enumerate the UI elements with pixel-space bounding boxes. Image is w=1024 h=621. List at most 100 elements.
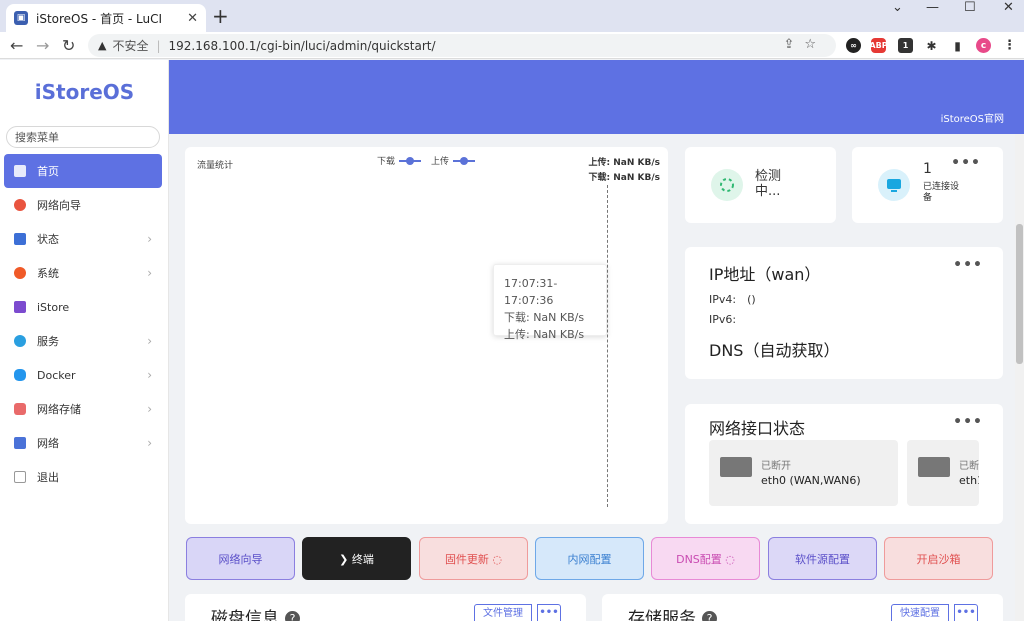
ipv4-row: IPv4: () (709, 293, 756, 306)
disk-more-icon[interactable]: ••• (537, 604, 561, 621)
lan-config-button[interactable]: 内网配置 (535, 537, 644, 580)
sidebar-item-network[interactable]: 网络 › (4, 426, 162, 460)
new-tab-button[interactable]: + (212, 4, 229, 28)
sidebar-item-services[interactable]: 服务 › (4, 324, 162, 358)
services-icon (14, 335, 26, 347)
detect-line1: 检测 (755, 169, 782, 184)
share-icon[interactable]: ⇪ (783, 37, 804, 52)
search-menu-input[interactable] (6, 126, 160, 148)
monitor-icon (878, 169, 910, 201)
sidebar-item-label: 网络向导 (37, 199, 81, 212)
software-source-button[interactable]: 软件源配置 (768, 537, 877, 580)
sidebar-item-label: 服务 (37, 335, 59, 348)
network-guide-button[interactable]: 网络向导 (186, 537, 295, 580)
side-panel-icon[interactable]: ▮ (950, 38, 965, 53)
loading-spinner-icon (711, 169, 743, 201)
extension-badge-icon[interactable]: 1 (898, 38, 913, 53)
back-button[interactable]: ← (10, 36, 23, 55)
profile-avatar[interactable]: c (976, 38, 991, 53)
maximize-button[interactable]: ☐ (964, 0, 976, 15)
chevron-right-icon: › (147, 266, 152, 280)
legend-upload[interactable]: 上传 (431, 154, 476, 167)
sidebar-item-network-guide[interactable]: 网络向导 (4, 188, 162, 222)
page-header: iStoreOS官网 (169, 60, 1024, 134)
port-state: 已断开 (761, 461, 791, 472)
help-icon[interactable]: ? (285, 611, 300, 621)
minimize-button[interactable]: — (926, 0, 939, 15)
sidebar-item-istore[interactable]: iStore (4, 290, 162, 324)
reload-button[interactable]: ↻ (62, 36, 75, 55)
legend-line-icon (399, 156, 422, 165)
devices-line2: 备 (923, 193, 933, 203)
brand-logo[interactable]: iStoreOS (0, 80, 169, 104)
istoreos-website-link[interactable]: iStoreOS官网 (941, 110, 1004, 125)
logout-icon (14, 471, 26, 483)
sidebar: iStoreOS 首页 网络向导 状态 › 系统 › iStore 服务 › (0, 60, 169, 621)
legend-upload-label: 上传 (431, 157, 450, 167)
network-interface-card: 网络接口状态 ••• 已断开 eth0 (WAN,WAN6) 已断 eth1 (685, 404, 1003, 524)
close-tab-icon[interactable]: ✕ (187, 11, 198, 26)
enable-sandbox-button[interactable]: 开启沙箱 (884, 537, 993, 580)
tooltip-download: 下载: NaN KB/s (504, 311, 585, 324)
traffic-stats-card: 流量统计 下载 上传 上传: NaN KB/s 下载: NaN KB/s 17:… (185, 147, 668, 524)
devices-card: 1 已连接设 备 ••• (852, 147, 1003, 223)
disk-title-text: 磁盘信息 (211, 609, 279, 621)
dns-config-button[interactable]: DNS配置 ◌ (651, 537, 760, 580)
help-icon[interactable]: ? (702, 611, 717, 621)
storage-service-card: 存储服务? 快速配置 ••• (602, 594, 1003, 621)
browser-menu-icon[interactable]: ⋮ (1002, 38, 1017, 53)
ip-title: IP地址（wan） (709, 265, 821, 284)
devices-count: 1 (923, 161, 932, 177)
chevron-right-icon: › (147, 334, 152, 348)
legend-line-icon (453, 156, 476, 165)
sidebar-item-system[interactable]: 系统 › (4, 256, 162, 290)
window-close-button[interactable]: ✕ (1003, 0, 1014, 15)
sidebar-item-logout[interactable]: 退出 (4, 460, 162, 494)
chevron-right-icon: › (147, 368, 152, 382)
network-more-icon[interactable]: ••• (953, 414, 983, 430)
scroll-thumb[interactable] (1016, 224, 1023, 364)
url-bar[interactable]: ▲ 不安全 | 192.168.100.1/cgi-bin/luci/admin… (88, 34, 836, 57)
port-eth1[interactable]: 已断 eth1 (907, 440, 979, 506)
terminal-button[interactable]: ❯ 终端 (302, 537, 411, 580)
browser-tab-bar: ▣ iStoreOS - 首页 - LuCI ✕ + ⌄ — ☐ ✕ (0, 0, 1024, 32)
storage-title-text: 存储服务 (628, 609, 696, 621)
extension-infinity-icon[interactable]: ∞ (846, 38, 861, 53)
forward-button[interactable]: → (36, 36, 49, 55)
network-tree-icon (14, 437, 26, 449)
sidebar-item-label: 退出 (37, 471, 59, 484)
bookmark-star-icon[interactable]: ☆ (804, 37, 826, 52)
url-text: 192.168.100.1/cgi-bin/luci/admin/quickst… (168, 38, 436, 53)
sidebar-item-label: iStore (37, 300, 70, 314)
quick-config-button[interactable]: 快速配置 (891, 604, 949, 621)
sidebar-item-label: 状态 (37, 233, 59, 246)
file-manage-button[interactable]: 文件管理 (474, 604, 532, 621)
dns-mode: DNS（自动获取） (709, 341, 840, 360)
legend-download[interactable]: 下载 (377, 154, 422, 167)
sidebar-item-network-storage[interactable]: 网络存储 › (4, 392, 162, 426)
network-title: 网络接口状态 (709, 419, 806, 438)
devices-more-icon[interactable]: ••• (951, 155, 981, 171)
status-grid-icon (14, 233, 26, 245)
firmware-update-button[interactable]: 固件更新 ◌ (419, 537, 528, 580)
extension-abp-icon[interactable]: ABP (869, 38, 888, 53)
sidebar-item-docker[interactable]: Docker › (4, 358, 162, 392)
browser-tab[interactable]: ▣ iStoreOS - 首页 - LuCI ✕ (6, 4, 206, 32)
warning-icon: ▲ (98, 39, 107, 52)
port-eth0[interactable]: 已断开 eth0 (WAN,WAN6) (709, 440, 898, 506)
ethernet-port-icon (720, 457, 752, 477)
sidebar-item-status[interactable]: 状态 › (4, 222, 162, 256)
port-name: eth0 (WAN,WAN6) (761, 474, 861, 487)
sidebar-item-label: Docker (37, 368, 76, 382)
extensions-puzzle-icon[interactable]: ✱ (924, 38, 939, 53)
sidebar-item-label: 首页 (37, 165, 59, 178)
tab-search-icon[interactable]: ⌄ (892, 0, 903, 15)
storage-more-icon[interactable]: ••• (954, 604, 978, 621)
sidebar-menu: 首页 网络向导 状态 › 系统 › iStore 服务 › Docker › 网… (4, 154, 162, 494)
detect-status-text: 检测 中... (755, 169, 781, 199)
page-scrollbar[interactable] (1015, 134, 1024, 621)
ip-more-icon[interactable]: ••• (953, 257, 983, 273)
sidebar-item-home[interactable]: 首页 (4, 154, 162, 188)
dashboard-icon (14, 165, 26, 177)
disk-title: 磁盘信息? (211, 604, 300, 621)
